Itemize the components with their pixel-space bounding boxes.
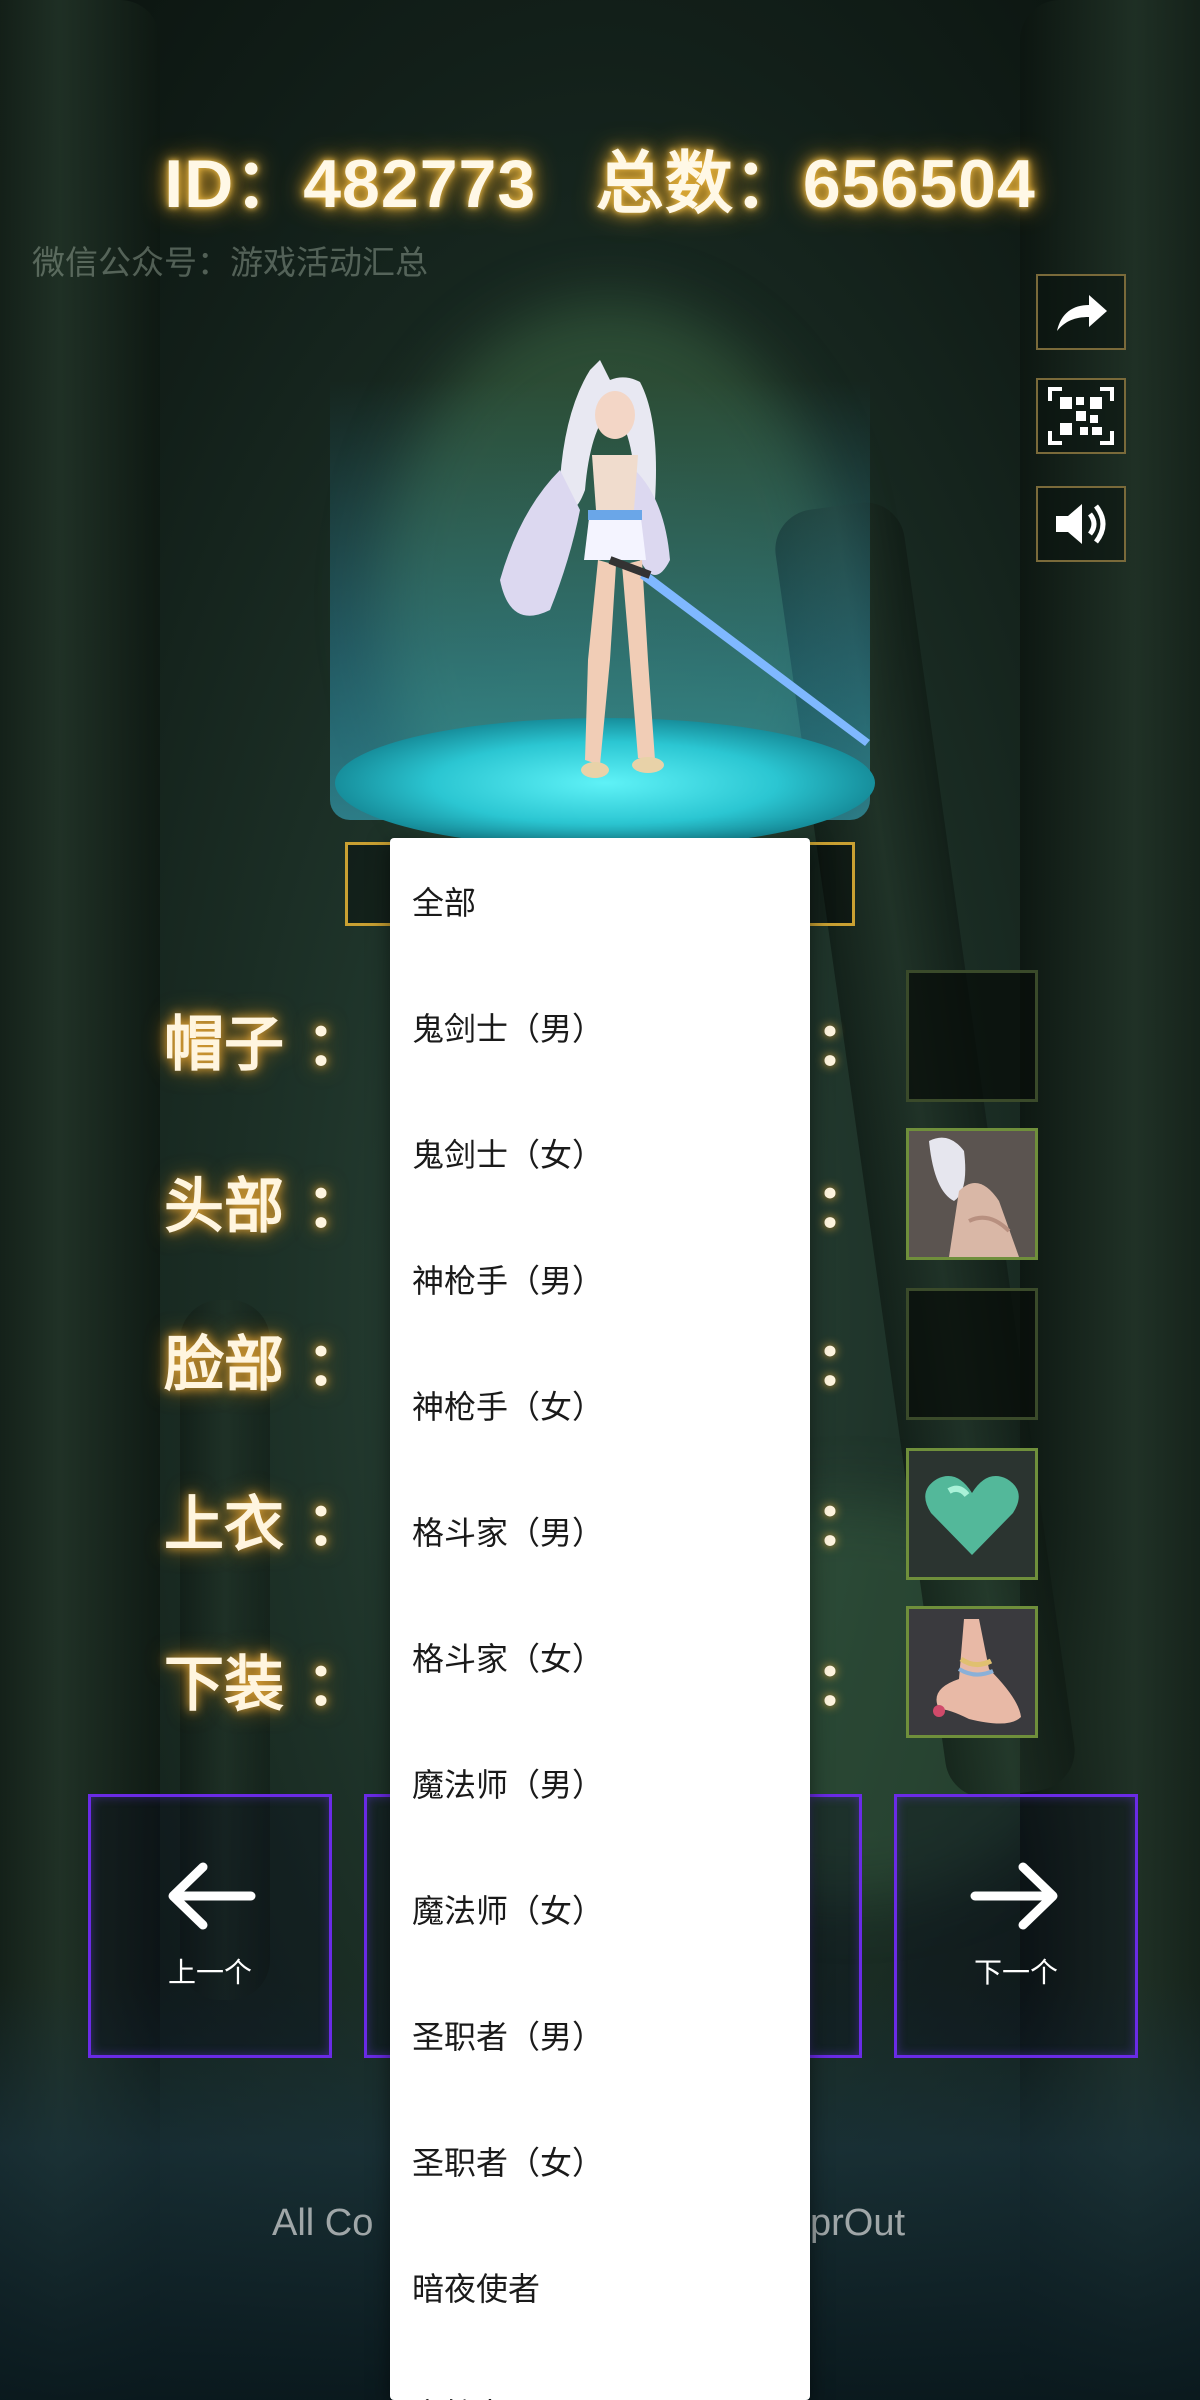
dropdown-option[interactable]: 神枪手（男） [390,1216,810,1342]
next-button[interactable]: 下一个 [894,1794,1138,2058]
dropdown-option[interactable]: 鬼剑士（男） [390,964,810,1090]
footer-right-fragment: prOut [810,2202,906,2244]
total-label: 总数： [595,146,803,222]
equip-slot-head[interactable] [906,1128,1038,1260]
equip-label-hat: 帽子 [164,1011,284,1078]
equip-slot-hat[interactable] [906,970,1038,1102]
green-heart-icon [909,1451,1035,1577]
anklet-foot-icon [909,1609,1035,1735]
previous-label: 上一个 [167,1956,252,1989]
footer-left-fragment: All Co [272,2202,374,2244]
dropdown-option[interactable]: 守护者 [390,2350,810,2400]
dropdown-option[interactable]: 圣职者（男） [390,1972,810,2098]
dropdown-option[interactable]: 格斗家（男） [390,1468,810,1594]
dropdown-option[interactable]: 圣职者（女） [390,2098,810,2224]
dropdown-option[interactable]: 格斗家（女） [390,1594,810,1720]
equip-right-colon-hat: ： [815,1010,875,1080]
dropdown-option[interactable]: 暗夜使者 [390,2224,810,2350]
next-label: 下一个 [973,1956,1058,1989]
watermark-text: 微信公众号：游戏活动汇总 [32,243,428,282]
equip-colon-top: ： [306,1491,366,1558]
equip-label-top: 上衣 [164,1491,284,1558]
id-value: 482773 [303,146,537,222]
equip-colon-head: ： [306,1173,366,1240]
dropdown-option[interactable]: 全部 [390,838,810,964]
equip-colon-face: ： [306,1331,366,1398]
equip-colon-bottom: ： [306,1651,366,1718]
equip-right-colon-bottom: ： [815,1650,875,1720]
equip-slot-face[interactable] [906,1288,1038,1420]
equip-label-head: 头部 [164,1173,284,1240]
qr-code-icon [1048,387,1114,445]
middle-right-card[interactable] [806,1794,862,2058]
qr-code-button[interactable] [1036,378,1126,454]
total-value: 656504 [802,146,1036,222]
volume-icon [1056,504,1106,544]
dropdown-option[interactable]: 鬼剑士（女） [390,1090,810,1216]
dropdown-option[interactable]: 魔法师（女） [390,1846,810,1972]
equip-right-colon-top: ： [815,1490,875,1560]
white-hair-head-icon [909,1131,1035,1257]
equip-slot-top[interactable] [906,1448,1038,1580]
id-label: ID： [164,146,304,222]
equip-slot-bottom[interactable] [906,1606,1038,1738]
equip-right-colon-face: ： [815,1330,875,1400]
previous-button[interactable]: 上一个 [88,1794,332,2058]
equip-label-bottom: 下装 [164,1651,284,1718]
equip-colon-hat: ： [306,1011,366,1078]
arrow-right-icon [970,1862,1058,1930]
equip-label-face: 脸部 [164,1331,284,1398]
dropdown-option[interactable]: 神枪手（女） [390,1342,810,1468]
share-icon [1057,295,1107,331]
dropdown-option[interactable]: 魔法师（男） [390,1720,810,1846]
volume-button[interactable] [1036,486,1126,562]
share-button[interactable] [1036,274,1126,350]
class-filter-dropdown[interactable]: 全部 鬼剑士（男） 鬼剑士（女） 神枪手（男） 神枪手（女） 格斗家（男） 格斗… [390,838,810,2400]
character-sprite [500,360,870,778]
arrow-left-icon [168,1862,256,1930]
id-total-header: ID：482773 总数：656504 [0,128,1200,227]
equip-right-colon-head: ： [815,1172,875,1242]
